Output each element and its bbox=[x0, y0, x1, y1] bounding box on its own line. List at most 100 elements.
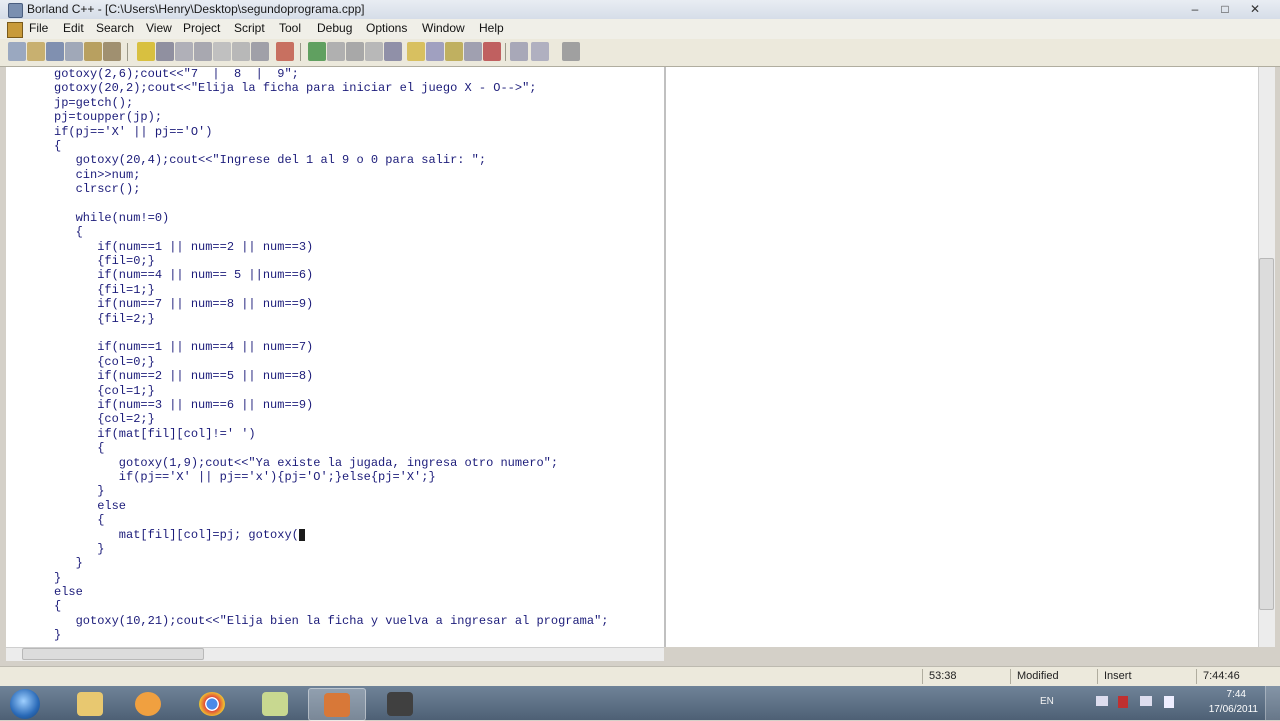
code-line[interactable]: clrscr(); bbox=[54, 182, 609, 196]
code-line[interactable] bbox=[54, 197, 609, 211]
debug-icon[interactable] bbox=[213, 42, 231, 61]
menu-options[interactable]: Options bbox=[366, 21, 407, 35]
code-line[interactable]: if(pj=='X' || pj=='O') bbox=[54, 125, 609, 139]
code-line[interactable]: mat[fil][col]=pj; gotoxy( bbox=[54, 528, 609, 542]
undo-icon[interactable] bbox=[308, 42, 326, 61]
recorder-icon[interactable] bbox=[372, 688, 428, 719]
code-line[interactable]: gotoxy(2,6);cout<<"7 | 8 | 9"; bbox=[54, 67, 609, 81]
code-line[interactable]: { bbox=[54, 139, 609, 153]
replace-icon[interactable] bbox=[426, 42, 444, 61]
menu-view[interactable]: View bbox=[146, 21, 172, 35]
menu-debug[interactable]: Debug bbox=[317, 21, 352, 35]
minimize-button[interactable]: – bbox=[1182, 1, 1208, 17]
signal-icon[interactable] bbox=[1140, 696, 1152, 706]
code-line[interactable]: { bbox=[54, 441, 609, 455]
code-line[interactable]: cin>>num; bbox=[54, 168, 609, 182]
code-line[interactable]: if(num==1 || num==2 || num==3) bbox=[54, 240, 609, 254]
run-icon[interactable] bbox=[194, 42, 212, 61]
code-line[interactable]: gotoxy(20,2);cout<<"Elija la ficha para … bbox=[54, 81, 609, 95]
code-line[interactable]: if(mat[fil][col]!=' ') bbox=[54, 427, 609, 441]
goto-line-icon[interactable] bbox=[464, 42, 482, 61]
code-line[interactable]: gotoxy(20,4);cout<<"Ingrese del 1 al 9 o… bbox=[54, 153, 609, 167]
search-icon[interactable] bbox=[407, 42, 425, 61]
save-all-icon[interactable] bbox=[65, 42, 83, 61]
clock-time[interactable]: 7:44 bbox=[1227, 689, 1246, 700]
menu-edit[interactable]: Edit bbox=[63, 21, 84, 35]
code-line[interactable]: } bbox=[54, 628, 609, 642]
menu-tool[interactable]: Tool bbox=[279, 21, 301, 35]
code-line[interactable]: { bbox=[54, 513, 609, 527]
new-file-icon[interactable] bbox=[8, 42, 26, 61]
search-again-icon[interactable] bbox=[445, 42, 463, 61]
code-line[interactable]: if(num==1 || num==4 || num==7) bbox=[54, 340, 609, 354]
code-line[interactable]: } bbox=[54, 484, 609, 498]
code-text[interactable]: gotoxy(2,6);cout<<"7 | 8 | 9"; gotoxy(20,… bbox=[54, 67, 609, 643]
copy-icon[interactable] bbox=[346, 42, 364, 61]
open-file-icon[interactable] bbox=[27, 42, 45, 61]
editor-right-pane[interactable] bbox=[666, 67, 1258, 647]
menu-project[interactable]: Project bbox=[183, 21, 220, 35]
menu-window[interactable]: Window bbox=[422, 21, 465, 35]
code-line[interactable]: {fil=2;} bbox=[54, 312, 609, 326]
code-line[interactable]: if(pj=='X' || pj=='x'){pj='O';}else{pj='… bbox=[54, 470, 609, 484]
code-line[interactable]: gotoxy(10,21);cout<<"Elija bien la ficha… bbox=[54, 614, 609, 628]
code-editor[interactable]: gotoxy(2,6);cout<<"7 | 8 | 9"; gotoxy(20,… bbox=[6, 67, 666, 647]
menu-search[interactable]: Search bbox=[96, 21, 134, 35]
step-icon[interactable] bbox=[251, 42, 269, 61]
code-line[interactable]: else bbox=[54, 499, 609, 513]
cascade-windows-icon[interactable] bbox=[531, 42, 549, 61]
tile-windows-icon[interactable] bbox=[510, 42, 528, 61]
make-icon[interactable] bbox=[156, 42, 174, 61]
horizontal-scroll-thumb[interactable] bbox=[22, 648, 204, 660]
compile-icon[interactable] bbox=[137, 42, 155, 61]
network-icon[interactable] bbox=[1096, 696, 1108, 706]
borland-icon[interactable] bbox=[308, 688, 366, 721]
menu-script[interactable]: Script bbox=[234, 21, 265, 35]
code-line[interactable]: {col=1;} bbox=[54, 384, 609, 398]
code-line[interactable]: if(num==2 || num==5 || num==8) bbox=[54, 369, 609, 383]
code-line[interactable]: while(num!=0) bbox=[54, 211, 609, 225]
code-line[interactable]: {fil=0;} bbox=[54, 254, 609, 268]
code-line[interactable]: gotoxy(1,9);cout<<"Ya existe la jugada, … bbox=[54, 456, 609, 470]
print-icon[interactable] bbox=[103, 42, 121, 61]
explorer-icon[interactable] bbox=[62, 688, 118, 719]
document-menu-icon[interactable] bbox=[7, 22, 23, 38]
chrome-icon[interactable] bbox=[184, 688, 240, 719]
start-button[interactable] bbox=[10, 689, 40, 719]
language-indicator[interactable]: EN bbox=[1040, 696, 1054, 707]
maximize-button[interactable]: □ bbox=[1212, 1, 1238, 17]
code-line[interactable]: if(num==3 || num==6 || num==9) bbox=[54, 398, 609, 412]
folder-icon[interactable] bbox=[84, 42, 102, 61]
code-line[interactable]: } bbox=[54, 542, 609, 556]
volume-icon[interactable] bbox=[1164, 696, 1174, 708]
find-icon[interactable] bbox=[384, 42, 402, 61]
vertical-scroll-thumb[interactable] bbox=[1259, 258, 1274, 610]
cut-icon[interactable] bbox=[327, 42, 345, 61]
action-center-icon[interactable] bbox=[1118, 696, 1128, 708]
menu-help[interactable]: Help bbox=[479, 21, 504, 35]
build-icon[interactable] bbox=[175, 42, 193, 61]
save-file-icon[interactable] bbox=[46, 42, 64, 61]
help-pointer-icon[interactable] bbox=[562, 42, 580, 61]
code-line[interactable]: else bbox=[54, 585, 609, 599]
stop-icon[interactable] bbox=[276, 42, 294, 61]
media-player-icon[interactable] bbox=[120, 688, 176, 719]
code-line[interactable]: jp=getch(); bbox=[54, 96, 609, 110]
code-line[interactable]: {col=0;} bbox=[54, 355, 609, 369]
clock-date[interactable]: 17/06/2011 bbox=[1209, 704, 1258, 715]
code-line[interactable]: if(num==7 || num==8 || num==9) bbox=[54, 297, 609, 311]
breakpoint-icon[interactable] bbox=[232, 42, 250, 61]
close-button[interactable]: ✕ bbox=[1242, 1, 1268, 17]
code-line[interactable]: {col=2;} bbox=[54, 412, 609, 426]
bookmark-icon[interactable] bbox=[483, 42, 501, 61]
code-line[interactable]: if(num==4 || num== 5 ||num==6) bbox=[54, 268, 609, 282]
paste-icon[interactable] bbox=[365, 42, 383, 61]
code-line[interactable] bbox=[54, 326, 609, 340]
code-line[interactable]: {fil=1;} bbox=[54, 283, 609, 297]
code-line[interactable]: pj=toupper(jp); bbox=[54, 110, 609, 124]
code-line[interactable]: } bbox=[54, 571, 609, 585]
code-line[interactable]: } bbox=[54, 556, 609, 570]
show-desktop-button[interactable] bbox=[1265, 686, 1280, 720]
notepad-icon[interactable] bbox=[247, 688, 303, 719]
menu-file[interactable]: File bbox=[29, 21, 48, 35]
